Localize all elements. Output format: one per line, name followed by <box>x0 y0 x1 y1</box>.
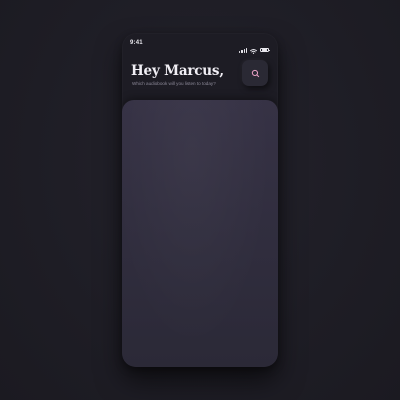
content-card[interactable] <box>122 100 278 367</box>
status-time: 9:41 <box>130 40 143 46</box>
phone-screen: 9:41 Hey Marcus, Which audiobook will yo… <box>122 33 278 367</box>
status-bar: 9:41 <box>122 33 278 55</box>
greeting-subtitle: Which audiobook will you listen to today… <box>132 81 216 86</box>
stage: 9:41 Hey Marcus, Which audiobook will yo… <box>0 0 400 400</box>
search-button[interactable] <box>242 60 268 86</box>
card-sheen <box>122 100 278 367</box>
wifi-icon <box>250 41 257 59</box>
battery-icon <box>260 47 270 53</box>
signal-icon <box>239 47 247 53</box>
status-icons <box>239 41 270 59</box>
search-icon <box>251 69 260 78</box>
greeting-title: Hey Marcus, <box>131 63 224 79</box>
